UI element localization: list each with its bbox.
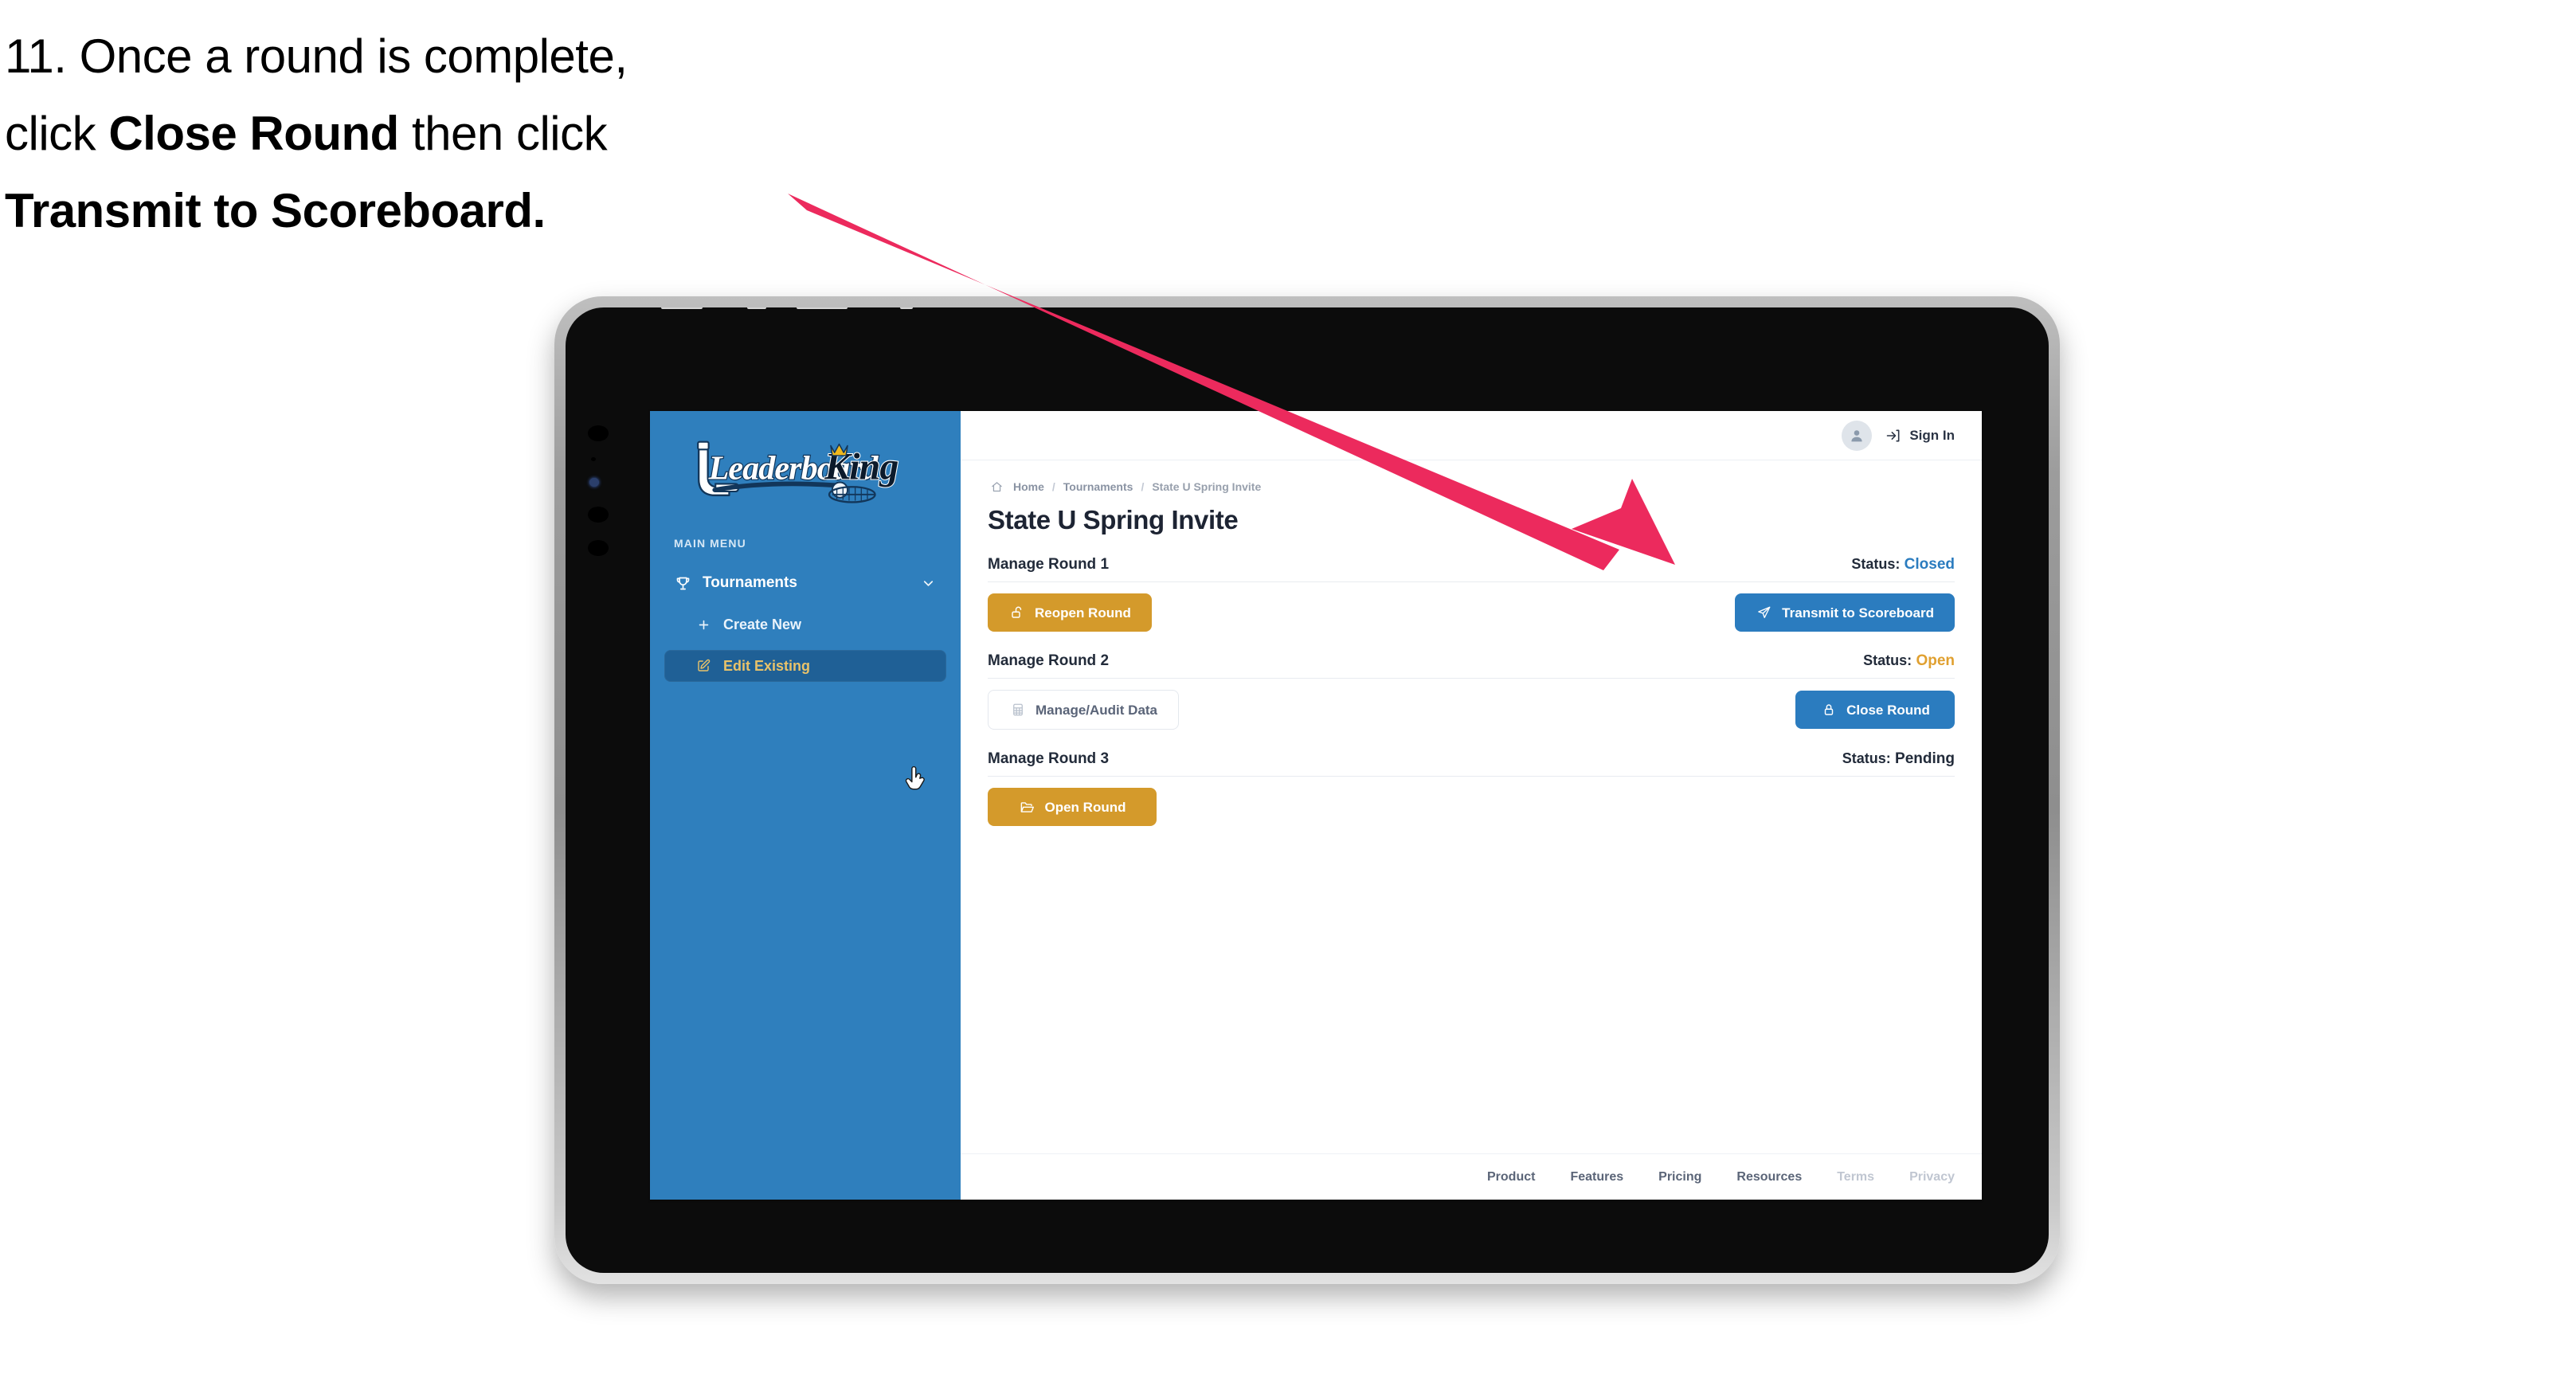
round-status: Status: Closed: [1851, 556, 1955, 574]
manage-audit-data-button[interactable]: Manage/Audit Data: [988, 690, 1180, 730]
status-label: Status:: [1842, 750, 1891, 766]
breadcrumb-item-current: State U Spring Invite: [1152, 480, 1262, 493]
round-block-3: Manage Round 3 Status: Pending Open Roun…: [988, 750, 1955, 826]
button-label: Manage/Audit Data: [1035, 702, 1158, 718]
leaderboardking-logo-icon: Leaderboard King: [697, 440, 899, 503]
breadcrumb-item-home[interactable]: Home: [1013, 480, 1044, 493]
device-top-notch: [661, 307, 703, 309]
app-content: Sign In Home / Tournaments / State U Spr…: [961, 411, 1982, 1200]
round-status: Status: Open: [1863, 652, 1955, 670]
round-title: Manage Round 2: [988, 652, 1110, 669]
user-avatar-icon[interactable]: [1842, 420, 1873, 451]
lock-icon: [1820, 701, 1838, 718]
footer-link-pricing[interactable]: Pricing: [1658, 1170, 1701, 1184]
footer-link-product[interactable]: Product: [1487, 1170, 1535, 1184]
sidebar-item-create-new[interactable]: Create New: [685, 609, 946, 640]
paper-plane-icon: [1756, 604, 1773, 621]
caption-line-1-text: 11. Once a round is complete,: [5, 29, 628, 83]
button-label: Reopen Round: [1035, 605, 1131, 621]
caption-line-3: Transmit to Scoreboard.: [5, 172, 849, 249]
caption-line-2: click Close Round then click: [5, 95, 849, 172]
device-top-notch: [747, 307, 766, 309]
home-icon[interactable]: [988, 478, 1005, 495]
screenshot-root: 11. Once a round is complete, click Clos…: [0, 0, 2576, 1386]
footer-link-privacy[interactable]: Privacy: [1909, 1170, 1955, 1184]
sidebar-item-edit-existing[interactable]: Edit Existing: [664, 650, 946, 682]
sidebar-item-label: Edit Existing: [723, 657, 811, 674]
round-header: Manage Round 3 Status: Pending: [988, 750, 1955, 776]
footer-link-terms[interactable]: Terms: [1837, 1170, 1874, 1184]
trophy-icon: [674, 574, 691, 592]
app-logo[interactable]: Leaderboard King: [650, 429, 961, 510]
sidebar-item-label: Create New: [723, 616, 802, 632]
round-actions: Reopen Round Transmit to Scoreboard: [988, 582, 1955, 632]
app-topbar: Sign In: [961, 411, 1982, 460]
device-top-notch: [900, 307, 913, 309]
mouse-cursor-pointer: [905, 765, 925, 790]
device-speaker-dot: [588, 540, 609, 556]
device-sensor-dot: [591, 457, 596, 461]
unlock-icon: [1008, 604, 1026, 621]
button-label: Transmit to Scoreboard: [1782, 605, 1934, 621]
round-block-1: Manage Round 1 Status: Closed Reopen Rou…: [988, 556, 1955, 632]
status-label: Status:: [1863, 652, 1912, 668]
sign-in-button[interactable]: Sign In: [1885, 427, 1955, 444]
sidebar-item-label: Tournaments: [703, 574, 797, 591]
app-sidebar: Leaderboard King MAIN MENU Tournaments C…: [650, 411, 961, 1200]
tablet-device-frame: Leaderboard King MAIN MENU Tournaments C…: [554, 296, 2060, 1284]
tablet-screen: Leaderboard King MAIN MENU Tournaments C…: [650, 411, 1982, 1200]
breadcrumb-separator: /: [1141, 480, 1145, 493]
round-actions: Open Round: [988, 777, 1955, 826]
status-label: Status:: [1851, 556, 1901, 572]
status-badge: Open: [1916, 652, 1955, 669]
button-label: Open Round: [1044, 799, 1126, 815]
caption-line-2-prefix: click: [5, 107, 109, 161]
device-camera-dot: [588, 425, 609, 441]
round-status: Status: Pending: [1842, 750, 1955, 768]
plus-icon: [695, 616, 712, 633]
page-title: State U Spring Invite: [988, 505, 1239, 534]
page-body: Home / Tournaments / State U Spring Invi…: [961, 460, 1982, 1153]
edit-square-icon: [695, 657, 712, 675]
spreadsheet-icon: [1009, 701, 1027, 718]
status-badge: Pending: [1895, 750, 1955, 767]
breadcrumb-item-tournaments[interactable]: Tournaments: [1063, 480, 1133, 493]
round-header: Manage Round 1 Status: Closed: [988, 556, 1955, 581]
device-speaker-dot: [588, 507, 609, 523]
open-folder-icon: [1019, 798, 1036, 816]
breadcrumb: Home / Tournaments / State U Spring Invi…: [988, 478, 1955, 495]
footer-link-features[interactable]: Features: [1570, 1170, 1623, 1184]
round-title: Manage Round 1: [988, 556, 1110, 573]
sidebar-section-label: MAIN MENU: [674, 537, 746, 550]
footer-link-resources[interactable]: Resources: [1736, 1170, 1802, 1184]
reopen-round-button[interactable]: Reopen Round: [988, 593, 1152, 632]
app-footer: Product Features Pricing Resources Terms…: [961, 1153, 1982, 1200]
round-title: Manage Round 3: [988, 750, 1110, 767]
open-round-button[interactable]: Open Round: [988, 788, 1157, 826]
instruction-caption: 11. Once a round is complete, click Clos…: [5, 18, 849, 250]
button-label: Close Round: [1846, 702, 1930, 718]
chevron-down-icon[interactable]: [919, 574, 937, 592]
round-actions: Manage/Audit Data Close Round: [988, 679, 1955, 730]
sign-in-label: Sign In: [1909, 427, 1955, 443]
close-round-button[interactable]: Close Round: [1795, 691, 1955, 729]
breadcrumb-separator: /: [1051, 480, 1055, 493]
tablet-bezel: Leaderboard King MAIN MENU Tournaments C…: [566, 307, 2049, 1273]
caption-close-round-bold: Close Round: [108, 107, 399, 161]
status-badge: Closed: [1904, 556, 1955, 573]
round-block-2: Manage Round 2 Status: Open Manage/Audit…: [988, 652, 1955, 730]
device-top-notch: [797, 307, 848, 309]
caption-line-1: 11. Once a round is complete,: [5, 18, 849, 95]
transmit-to-scoreboard-button[interactable]: Transmit to Scoreboard: [1735, 593, 1955, 632]
login-arrow-icon: [1885, 427, 1902, 444]
caption-line-2-suffix: then click: [398, 107, 608, 161]
caption-transmit-bold: Transmit to Scoreboard.: [5, 184, 546, 238]
round-header: Manage Round 2 Status: Open: [988, 652, 1955, 678]
device-indicator-led: [589, 478, 599, 487]
sidebar-item-tournaments[interactable]: Tournaments: [664, 567, 946, 599]
